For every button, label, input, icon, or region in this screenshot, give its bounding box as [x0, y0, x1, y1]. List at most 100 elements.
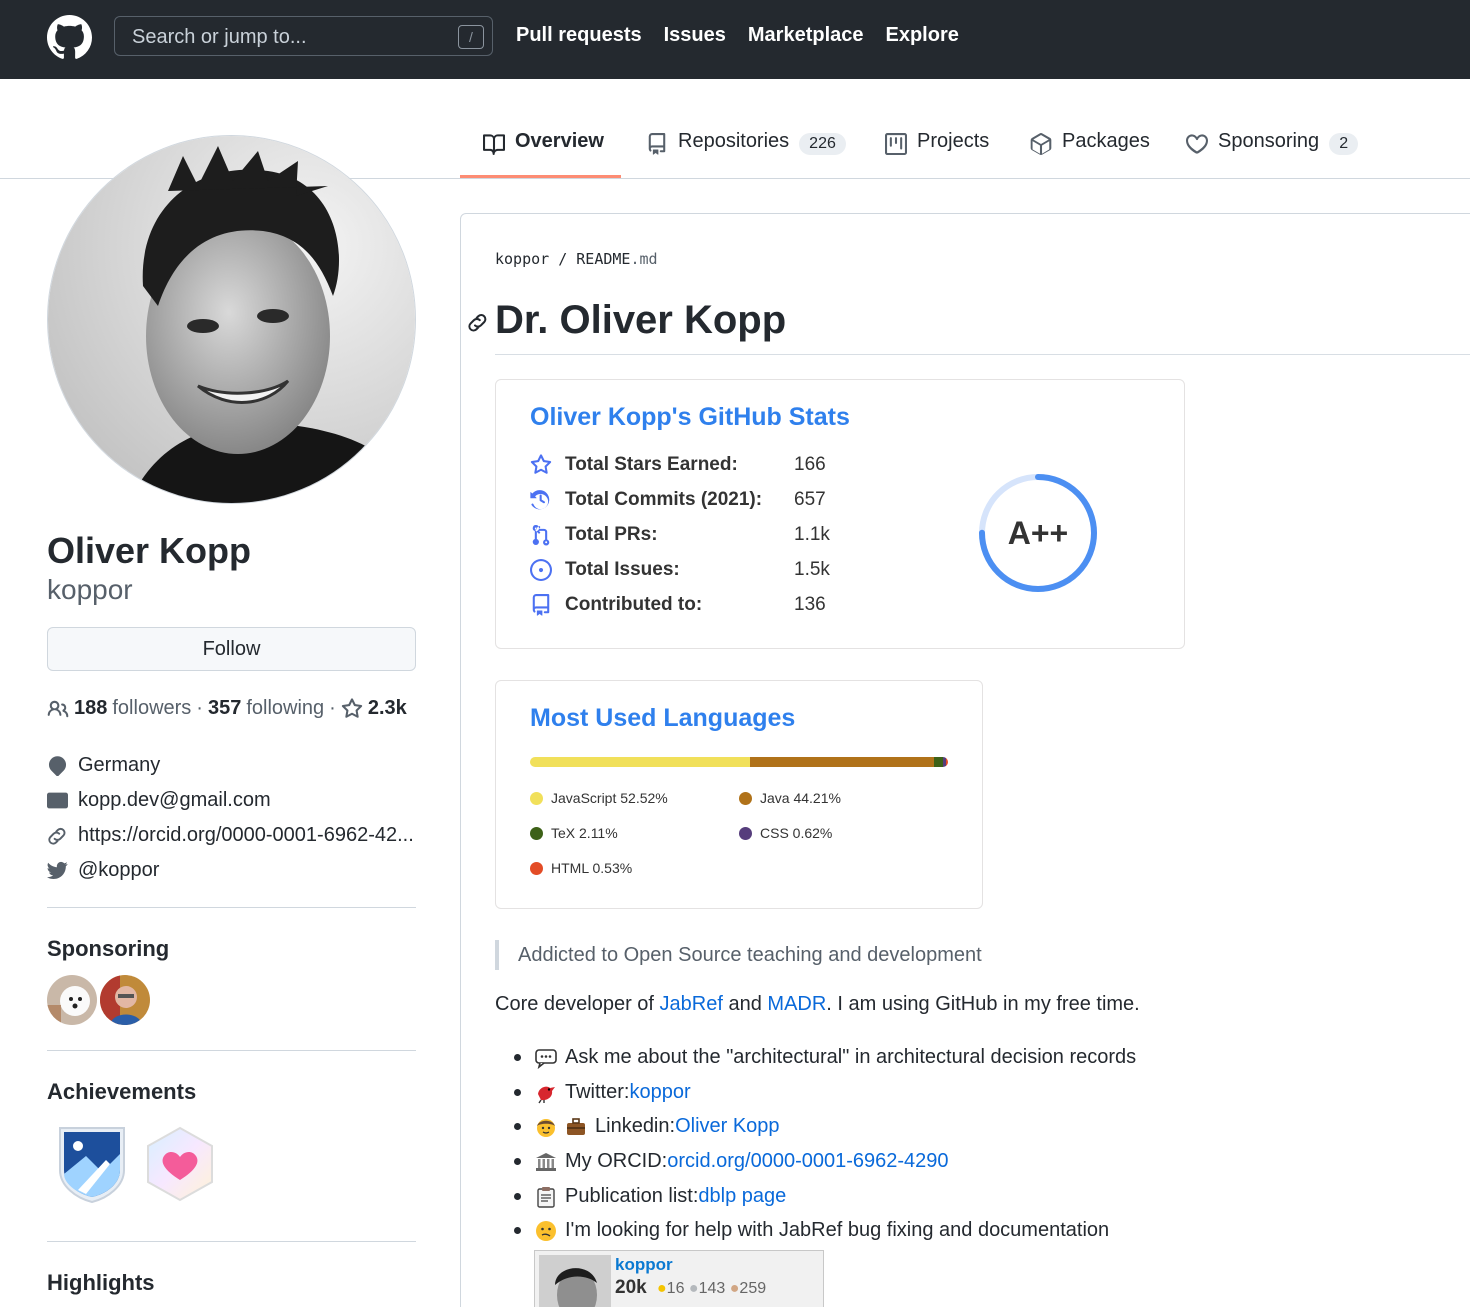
- rank-grade-text: A++: [1008, 515, 1068, 551]
- orcid-link[interactable]: orcid.org/0000-0001-6962-4290: [667, 1150, 948, 1173]
- list-item-text: Linkedin:: [595, 1115, 676, 1137]
- language-bar-segment: [934, 757, 944, 767]
- language-dot: [530, 826, 543, 840]
- language-dot: [530, 861, 543, 875]
- tab-sponsoring[interactable]: Sponsoring 2: [1186, 130, 1359, 178]
- sponsoring-count-badge: 2: [1329, 133, 1359, 155]
- repo-icon: [532, 594, 550, 616]
- book-icon: [483, 134, 505, 155]
- twitter-link[interactable]: @koppor: [78, 859, 159, 882]
- follow-stats: 188 followers · 357 following · 2.3k: [47, 697, 407, 720]
- para-text: . I am using GitHub in my free time.: [826, 993, 1140, 1015]
- email-link[interactable]: kopp.dev@gmail.com: [78, 789, 271, 812]
- rank-grade-ring: A++: [979, 474, 1097, 592]
- sidebar-divider: [47, 907, 416, 908]
- stat-value: 1.1k: [794, 524, 830, 545]
- tab-overview[interactable]: Overview: [483, 130, 604, 178]
- language-item: Java 44.21%: [739, 790, 841, 806]
- tab-repositories[interactable]: Repositories 226: [646, 130, 846, 178]
- para-text: Core developer of: [495, 993, 660, 1015]
- breadcrumb-separator: /: [558, 250, 568, 268]
- stat-label: Total Issues:: [565, 559, 680, 580]
- flair-avatar: [539, 1255, 611, 1307]
- search-placeholder: Search or jump to...: [132, 26, 307, 48]
- search-input[interactable]: Search or jump to... /: [114, 16, 493, 56]
- language-label: Java 44.21%: [760, 790, 841, 806]
- language-item: CSS 0.62%: [739, 825, 832, 841]
- following-count[interactable]: 357: [208, 697, 241, 720]
- tab-packages[interactable]: Packages: [1030, 130, 1150, 178]
- highlights-heading: Highlights: [47, 1270, 155, 1295]
- breadcrumb-file-name: README: [576, 250, 631, 268]
- list-item: Linkedin: Oliver Kopp: [514, 1115, 780, 1138]
- silver-badge-dot-icon: ●: [688, 1280, 699, 1297]
- twitter-readme-link[interactable]: koppor: [629, 1081, 690, 1104]
- sponsoring-heading: Sponsoring: [47, 936, 170, 961]
- pull-request-icon: [532, 525, 550, 546]
- bullet: [514, 1158, 521, 1165]
- nav-marketplace[interactable]: Marketplace: [748, 24, 864, 47]
- language-dot: [739, 826, 752, 840]
- list-item: Publication list: dblp page: [514, 1185, 786, 1208]
- stat-row-stars: Total Stars Earned: 166: [530, 454, 826, 476]
- tab-projects[interactable]: Projects: [885, 130, 989, 178]
- languages-bar: [530, 757, 948, 767]
- stat-row-contributed: Contributed to: 136: [530, 594, 826, 616]
- stat-value: 136: [794, 594, 826, 615]
- nav-issues[interactable]: Issues: [664, 24, 726, 47]
- stars-count[interactable]: 2.3k: [368, 697, 407, 720]
- profile-avatar[interactable]: [47, 135, 416, 504]
- top-nav: Pull requests Issues Marketplace Explore: [516, 24, 959, 47]
- bronze-badge-dot-icon: ●: [729, 1280, 740, 1297]
- profile-fullname: Oliver Kopp: [47, 530, 252, 571]
- title-rule: [495, 354, 1470, 355]
- bullet: [514, 1227, 521, 1234]
- linkedin-link[interactable]: Oliver Kopp: [675, 1115, 780, 1138]
- achievements-heading: Achievements: [47, 1079, 197, 1104]
- breadcrumb-user-link[interactable]: koppor: [495, 250, 549, 268]
- github-logo-icon[interactable]: [47, 15, 92, 60]
- madr-link[interactable]: MADR: [767, 993, 826, 1015]
- breadcrumb-file[interactable]: README.md: [576, 250, 657, 268]
- website-link[interactable]: https://orcid.org/0000-0001-6962-42...: [78, 824, 414, 847]
- project-icon: [885, 133, 907, 155]
- active-tab-indicator: [460, 175, 621, 178]
- following-label[interactable]: following: [246, 697, 324, 720]
- sponsored-user-avatar[interactable]: [100, 975, 150, 1025]
- followers-count[interactable]: 188: [74, 697, 107, 720]
- stat-row-issues: Total Issues: 1.5k: [530, 559, 830, 581]
- issue-icon: [530, 559, 552, 581]
- bullet: [514, 1193, 521, 1200]
- location-icon: [48, 756, 67, 776]
- followers-label[interactable]: followers: [112, 697, 191, 720]
- achievement-badge-arctic-icon[interactable]: [56, 1124, 128, 1204]
- mail-icon: [47, 792, 68, 809]
- achievement-badge-heart-icon[interactable]: [144, 1126, 216, 1202]
- readme-breadcrumb: koppor / README.md: [495, 250, 658, 268]
- follow-button[interactable]: Follow: [47, 627, 416, 671]
- stat-row-commits: Total Commits (2021): 657: [530, 489, 826, 511]
- repositories-count-badge: 226: [799, 133, 846, 155]
- jabref-link[interactable]: JabRef: [660, 993, 723, 1015]
- anchor-link-icon[interactable]: [467, 311, 489, 333]
- readme-blockquote: Addicted to Open Source teaching and dev…: [495, 940, 982, 970]
- dblp-link[interactable]: dblp page: [698, 1185, 786, 1208]
- list-item: Twitter: koppor: [514, 1081, 691, 1104]
- stackoverflow-flair-card[interactable]: koppor 20k ●16 ●143 ●259: [534, 1250, 824, 1307]
- breadcrumb-file-ext: .md: [630, 250, 658, 268]
- briefcase-icon: [567, 1117, 585, 1135]
- repo-icon: [648, 133, 666, 155]
- tab-packages-label: Packages: [1062, 130, 1150, 152]
- tab-overview-label: Overview: [515, 130, 604, 152]
- nav-pull-requests[interactable]: Pull requests: [516, 24, 642, 47]
- readme-title: Dr. Oliver Kopp: [495, 298, 787, 342]
- language-label: CSS 0.62%: [760, 825, 833, 841]
- heart-icon: [1186, 134, 1208, 154]
- person-icon: [537, 1118, 555, 1137]
- nav-explore[interactable]: Explore: [886, 24, 959, 47]
- clipboard-icon: [537, 1186, 555, 1208]
- sponsored-user-avatar[interactable]: [47, 975, 97, 1025]
- website-item: https://orcid.org/0000-0001-6962-42...: [47, 824, 414, 847]
- list-item-text: I'm looking for help with JabRef bug fix…: [565, 1219, 1110, 1241]
- para-text: and: [722, 993, 768, 1015]
